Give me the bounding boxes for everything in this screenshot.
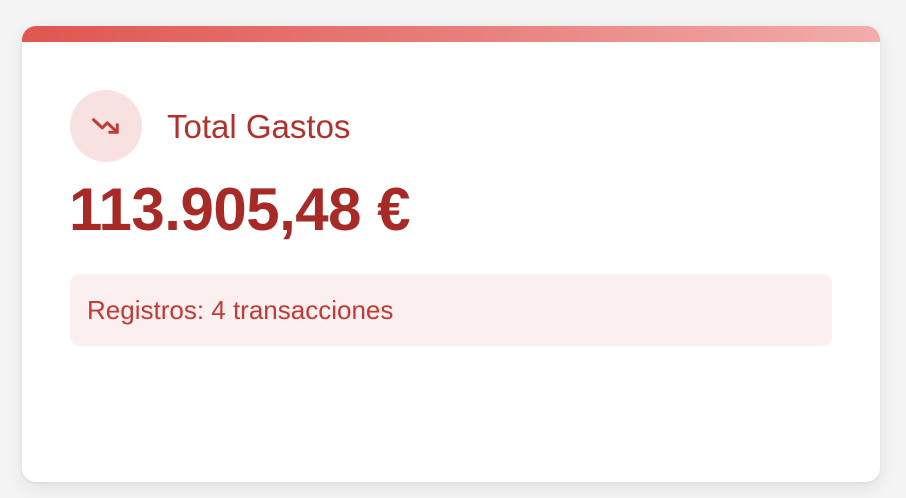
card-accent-bar xyxy=(22,26,880,42)
total-amount: 113.905,48 € xyxy=(69,176,411,243)
card-header: Total Gastos xyxy=(70,90,350,162)
records-count-text: Registros: 4 transacciones xyxy=(87,294,394,325)
records-summary: Registros: 4 transacciones xyxy=(70,274,832,346)
expense-total-card: Total Gastos 113.905,48 € Registros: 4 t… xyxy=(22,26,880,482)
card-title: Total Gastos xyxy=(167,107,351,145)
trending-down-icon xyxy=(70,90,142,162)
